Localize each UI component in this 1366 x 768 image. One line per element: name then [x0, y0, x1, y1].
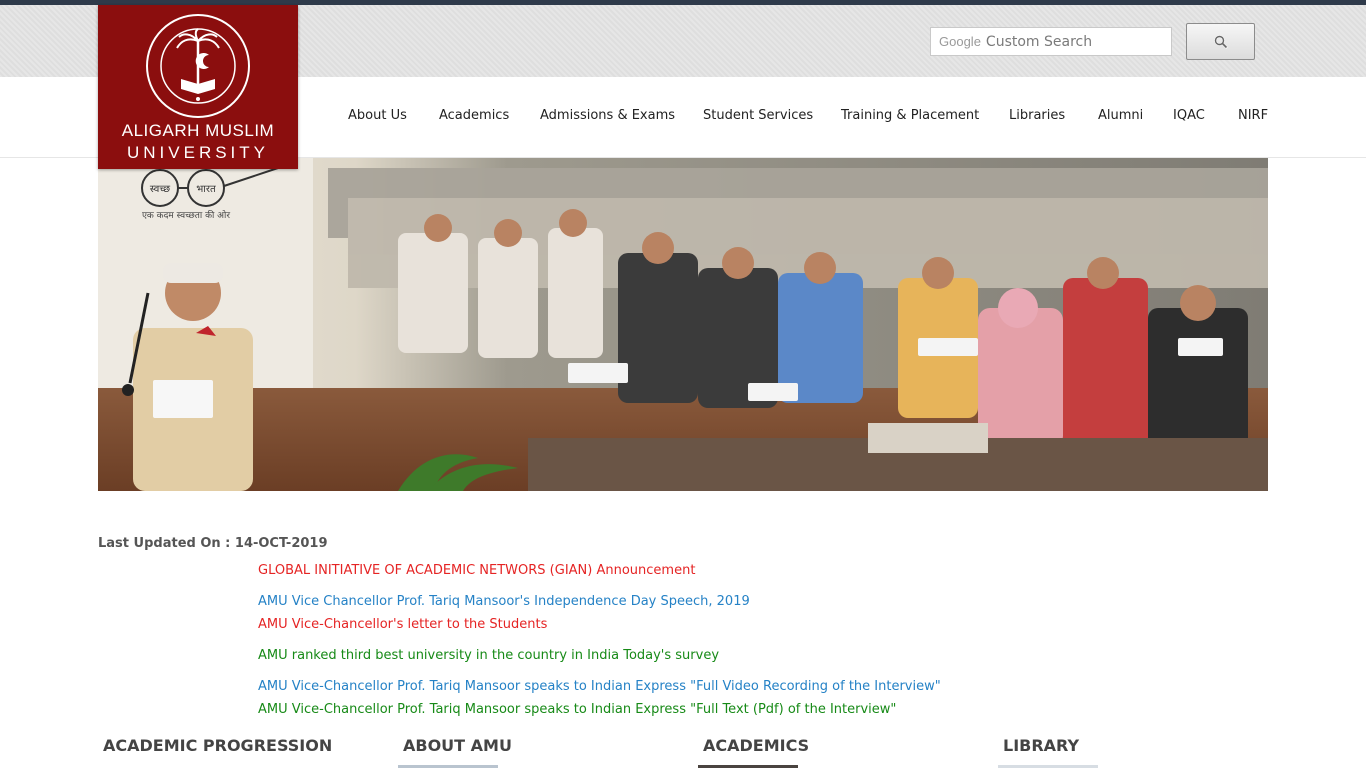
section-heading-library: LIBRARY	[1003, 736, 1080, 755]
section-heading-about-amu: ABOUT AMU	[403, 736, 512, 755]
hero-banner-image: स्वच्छ भारत एक कदम स्वच्छता की ओर	[98, 158, 1268, 491]
last-updated-label: Last Updated On : 14-OCT-2019	[98, 536, 328, 551]
nav-training-placement[interactable]: Training & Placement	[841, 108, 979, 123]
search-icon	[1214, 35, 1228, 49]
logo-title-line1: ALIGARH MUSLIM	[121, 121, 275, 140]
news-link-interview-pdf[interactable]: AMU Vice-Chancellor Prof. Tariq Mansoor …	[258, 702, 896, 717]
news-link-ranking[interactable]: AMU ranked third best university in the …	[258, 648, 719, 663]
nav-student-services[interactable]: Student Services	[703, 108, 813, 123]
logo-title-line2: UNIVERSITY	[126, 143, 270, 162]
news-link-gian[interactable]: GLOBAL INITIATIVE OF ACADEMIC NETWORS (G…	[258, 563, 695, 578]
university-logo[interactable]: ALIGARH MUSLIM UNIVERSITY	[98, 5, 298, 169]
nav-admissions-exams[interactable]: Admissions & Exams	[540, 108, 675, 123]
nav-iqac[interactable]: IQAC	[1173, 108, 1205, 123]
nav-academics[interactable]: Academics	[439, 108, 509, 123]
search-input[interactable]	[985, 33, 1163, 50]
nav-libraries[interactable]: Libraries	[1009, 108, 1065, 123]
google-brand-label: Google	[939, 34, 981, 49]
search-button[interactable]	[1186, 23, 1255, 60]
news-link-vc-letter[interactable]: AMU Vice-Chancellor's letter to the Stud…	[258, 617, 547, 632]
search-field[interactable]: Google	[930, 27, 1172, 56]
nav-about-us[interactable]: About Us	[348, 108, 407, 123]
swachh-tagline-text: एक कदम स्वच्छता की ओर	[142, 209, 230, 221]
swachh-left-text: स्वच्छ	[150, 184, 170, 195]
swachh-right-text: भारत	[196, 184, 216, 195]
nav-alumni[interactable]: Alumni	[1098, 108, 1143, 123]
nav-nirf[interactable]: NIRF	[1238, 108, 1268, 123]
section-heading-academics: ACADEMICS	[703, 736, 810, 755]
university-seal-icon	[146, 14, 250, 118]
news-link-interview-video[interactable]: AMU Vice-Chancellor Prof. Tariq Mansoor …	[258, 679, 941, 694]
news-link-independence-speech[interactable]: AMU Vice Chancellor Prof. Tariq Mansoor'…	[258, 594, 750, 609]
section-heading-academic-progression: ACADEMIC PROGRESSION	[103, 736, 333, 755]
